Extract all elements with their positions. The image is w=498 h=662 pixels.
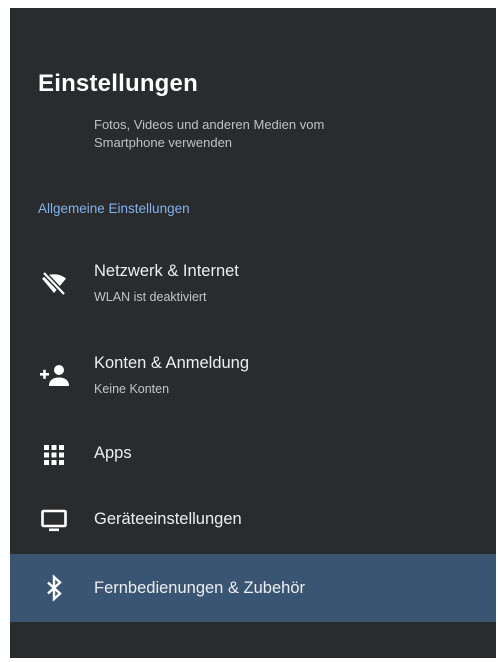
settings-item-label: Apps <box>94 444 132 462</box>
partial-item-description-line1: Fotos, Videos und anderen Medien vom <box>94 120 325 132</box>
settings-item-subtitle: WLAN ist deaktiviert <box>94 290 207 304</box>
settings-item-remotes-accessories[interactable]: Fernbedienungen & Zubehör <box>10 554 496 622</box>
settings-item-label: Konten & Anmeldung <box>94 354 250 372</box>
settings-item-label: Netzwerk & Internet <box>94 262 239 280</box>
settings-item-device[interactable]: Geräteeinstellungen <box>10 494 496 548</box>
settings-item-subtitle: Keine Konten <box>94 382 170 396</box>
partial-setting-item[interactable]: Fotos, Videos und anderen Medien vom Sma… <box>94 120 424 152</box>
partial-item-description-line2: Smartphone verwenden <box>94 135 233 150</box>
bluetooth-icon <box>40 574 68 602</box>
apps-grid-icon <box>40 441 68 469</box>
settings-item-label: Geräteeinstellungen <box>94 510 242 528</box>
section-header: Allgemeine Einstellungen <box>38 201 190 216</box>
settings-item-network[interactable]: Netzwerk & Internet WLAN ist deaktiviert <box>10 248 496 328</box>
page-title: Einstellungen <box>38 70 198 97</box>
settings-panel: Einstellungen Fotos, Videos und anderen … <box>10 8 496 658</box>
wifi-off-icon <box>40 269 68 297</box>
monitor-icon <box>40 507 68 535</box>
add-person-icon <box>40 362 69 390</box>
settings-item-accounts[interactable]: Konten & Anmeldung Keine Konten <box>10 340 496 420</box>
settings-item-apps[interactable]: Apps <box>10 428 496 482</box>
settings-item-label: Fernbedienungen & Zubehör <box>94 579 305 597</box>
